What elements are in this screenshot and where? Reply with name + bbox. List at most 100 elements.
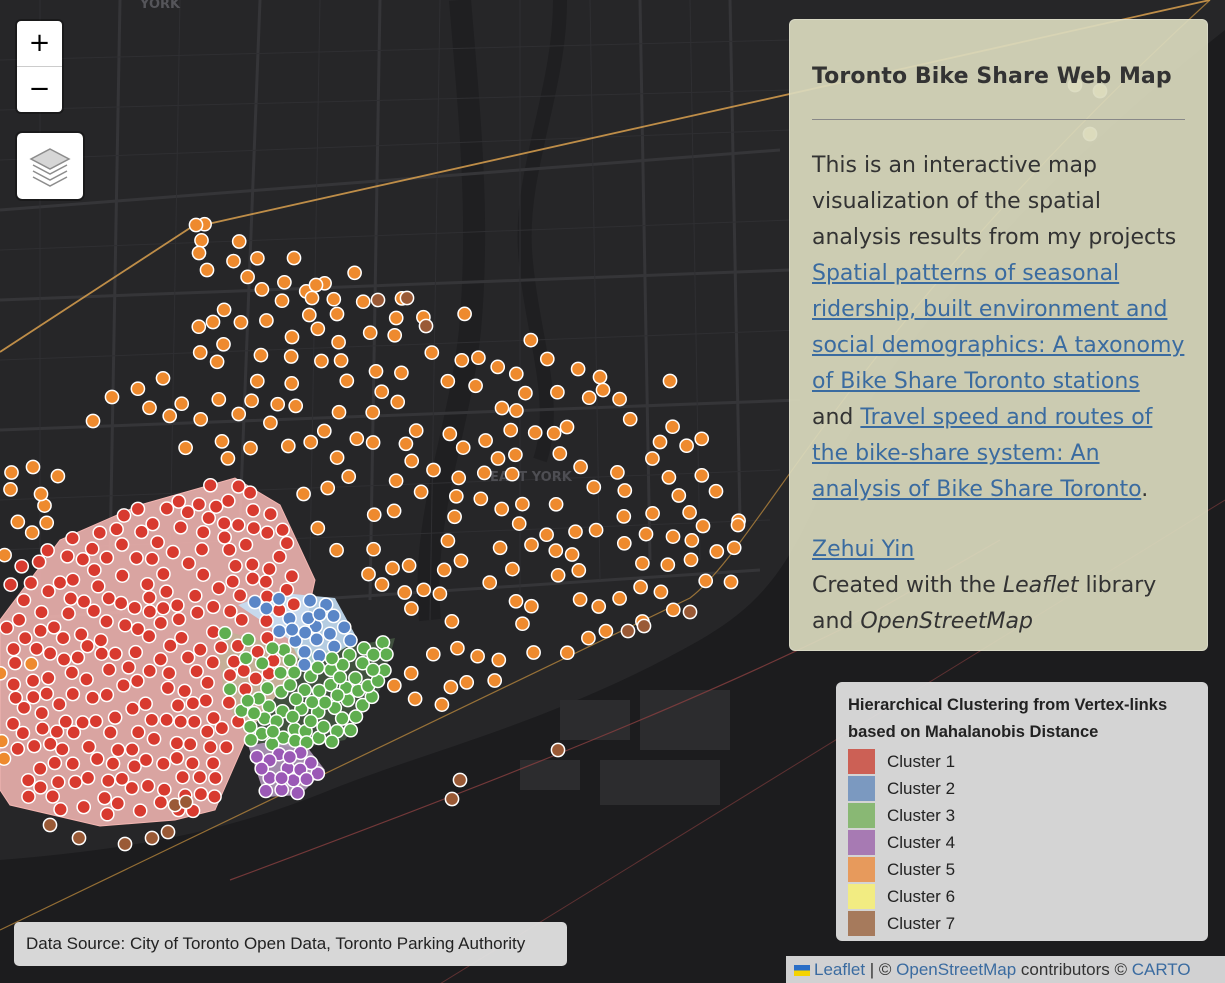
station-marker[interactable] (208, 770, 223, 786)
station-marker[interactable] (205, 599, 221, 615)
station-marker[interactable] (250, 250, 265, 266)
station-marker[interactable] (220, 451, 236, 466)
station-marker[interactable] (388, 473, 404, 489)
station-marker[interactable] (348, 709, 364, 724)
station-marker[interactable] (129, 673, 145, 689)
station-marker[interactable] (6, 641, 21, 657)
station-marker[interactable] (140, 778, 156, 794)
station-marker[interactable] (142, 400, 157, 416)
station-marker[interactable] (24, 525, 40, 540)
station-marker[interactable] (413, 484, 429, 500)
station-marker[interactable] (3, 482, 18, 497)
station-marker[interactable] (42, 736, 58, 752)
station-marker[interactable] (10, 741, 26, 757)
station-marker[interactable] (679, 438, 694, 454)
station-marker[interactable] (286, 665, 302, 680)
station-marker[interactable] (230, 517, 246, 533)
station-marker[interactable] (329, 450, 345, 465)
station-marker[interactable] (365, 435, 381, 450)
station-marker[interactable] (265, 724, 281, 740)
station-marker[interactable] (274, 770, 289, 786)
station-marker[interactable] (242, 719, 258, 735)
station-marker[interactable] (404, 453, 420, 469)
station-marker[interactable] (473, 491, 489, 507)
station-marker[interactable] (205, 314, 221, 330)
station-marker[interactable] (263, 415, 278, 431)
station-marker[interactable] (177, 683, 193, 699)
station-marker[interactable] (304, 694, 320, 710)
station-marker[interactable] (192, 345, 208, 360)
station-marker[interactable] (386, 678, 402, 693)
station-marker[interactable] (546, 425, 562, 441)
station-marker[interactable] (84, 541, 100, 557)
station-marker[interactable] (508, 447, 523, 463)
station-marker[interactable] (171, 494, 187, 509)
station-marker[interactable] (682, 505, 697, 520)
station-marker[interactable] (622, 411, 638, 427)
station-marker[interactable] (310, 520, 326, 536)
station-marker[interactable] (34, 705, 50, 721)
station-marker[interactable] (324, 651, 340, 666)
station-marker[interactable] (539, 527, 554, 543)
station-marker[interactable] (259, 313, 274, 328)
station-marker[interactable] (362, 325, 378, 341)
station-marker[interactable] (174, 630, 189, 646)
station-marker[interactable] (32, 761, 48, 777)
station-marker[interactable] (222, 667, 238, 683)
station-marker[interactable] (101, 662, 117, 677)
station-marker[interactable] (645, 451, 660, 466)
station-marker[interactable] (104, 389, 120, 405)
station-marker[interactable] (494, 501, 510, 517)
station-marker[interactable] (598, 623, 614, 639)
station-marker[interactable] (222, 681, 238, 697)
station-marker[interactable] (636, 618, 652, 634)
station-marker[interactable] (55, 630, 71, 646)
station-marker[interactable] (387, 327, 403, 343)
station-marker[interactable] (550, 742, 566, 758)
station-marker[interactable] (440, 533, 456, 549)
station-marker[interactable] (209, 354, 225, 370)
station-marker[interactable] (511, 516, 527, 531)
station-marker[interactable] (189, 663, 204, 679)
station-marker[interactable] (386, 503, 402, 519)
station-marker[interactable] (185, 695, 201, 711)
station-marker[interactable] (240, 693, 256, 709)
station-marker[interactable] (159, 501, 175, 516)
station-marker[interactable] (171, 611, 187, 627)
station-marker[interactable] (638, 526, 654, 542)
station-marker[interactable] (280, 438, 296, 454)
station-marker[interactable] (398, 436, 414, 452)
station-marker[interactable] (192, 642, 208, 657)
station-marker[interactable] (443, 679, 459, 695)
station-marker[interactable] (368, 363, 384, 379)
station-marker[interactable] (442, 426, 458, 442)
station-marker[interactable] (492, 540, 508, 556)
station-marker[interactable] (188, 217, 204, 233)
station-marker[interactable] (444, 791, 460, 807)
station-marker[interactable] (610, 465, 625, 480)
station-marker[interactable] (425, 646, 441, 662)
station-marker[interactable] (100, 773, 116, 789)
station-marker[interactable] (407, 691, 423, 707)
station-marker[interactable] (134, 524, 149, 540)
station-marker[interactable] (279, 535, 295, 551)
station-marker[interactable] (64, 665, 80, 680)
station-marker[interactable] (130, 501, 146, 517)
station-marker[interactable] (248, 671, 264, 686)
station-marker[interactable] (308, 277, 324, 293)
station-marker[interactable] (159, 584, 174, 600)
station-marker[interactable] (35, 721, 50, 736)
station-marker[interactable] (217, 530, 232, 545)
station-marker[interactable] (709, 544, 725, 559)
station-marker[interactable] (265, 640, 280, 656)
station-marker[interactable] (286, 250, 302, 266)
station-marker[interactable] (314, 353, 329, 369)
station-marker[interactable] (401, 558, 417, 573)
station-marker[interactable] (572, 592, 588, 607)
station-marker[interactable] (671, 488, 687, 503)
leaflet-link[interactable]: Leaflet (814, 960, 865, 979)
station-marker[interactable] (653, 584, 669, 600)
station-marker[interactable] (366, 541, 381, 557)
station-marker[interactable] (221, 542, 237, 558)
station-marker[interactable] (33, 486, 49, 502)
